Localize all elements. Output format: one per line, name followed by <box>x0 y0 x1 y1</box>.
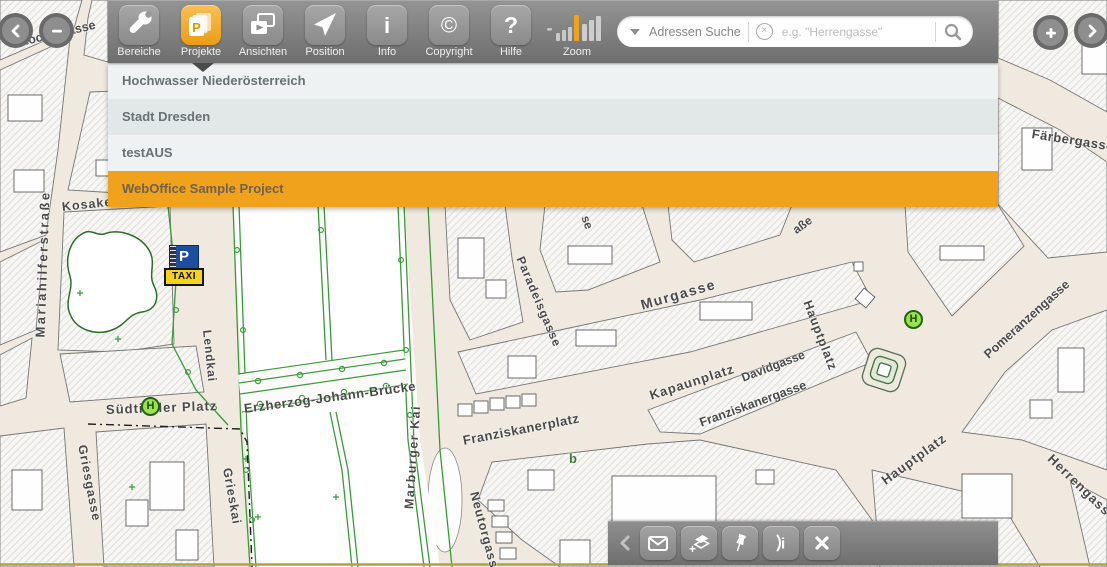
chevron-left-icon[interactable] <box>618 534 632 552</box>
svg-text:+: + <box>689 542 696 555</box>
wrench-icon[interactable] <box>119 5 159 45</box>
toolbar-label: Zoom <box>562 46 592 58</box>
pan-right-button[interactable] <box>1074 13 1107 48</box>
views-windows-icon[interactable] <box>243 5 283 45</box>
toolbar-label: Bereiche <box>117 46 161 58</box>
plus-icon <box>1045 27 1056 38</box>
mail-icon[interactable] <box>640 526 676 560</box>
svg-text:P: P <box>192 20 201 35</box>
copyright-icon[interactable]: © <box>429 5 469 45</box>
help-icon[interactable]: ? <box>491 5 531 45</box>
clear-circle-icon[interactable]: × <box>755 23 773 40</box>
project-item-hochwasser[interactable]: Hochwasser Niederösterreich <box>108 63 998 99</box>
toolbar-label: Projekte <box>180 46 222 58</box>
main-toolbar: Bereiche P Projekte Ansichten Position i… <box>108 0 998 63</box>
magnifier-icon[interactable] <box>943 22 963 42</box>
toolbar-button-position[interactable]: Position <box>294 0 356 58</box>
menu-notch <box>192 63 214 72</box>
zoom-out-button[interactable] <box>39 13 74 48</box>
zoom-in-button[interactable] <box>1033 15 1068 50</box>
toolbar-zoom-control[interactable]: Zoom <box>542 0 612 58</box>
toolbar-button-info[interactable]: i Info <box>356 0 418 58</box>
toolbar-button-projekte[interactable]: P Projekte <box>170 0 232 58</box>
toolbar-label: Position <box>305 46 345 58</box>
minus-icon <box>51 29 62 32</box>
svg-text:i: i <box>781 536 785 553</box>
svg-text:?: ? <box>504 12 518 38</box>
divider <box>747 21 749 42</box>
search-input[interactable] <box>779 23 928 40</box>
toolbar-label: Info <box>377 46 397 58</box>
toolbar-label: Hilfe <box>499 46 522 58</box>
project-item-dresden[interactable]: Stadt Dresden <box>108 99 998 135</box>
toolbar-button-ansichten[interactable]: Ansichten <box>232 0 294 58</box>
weboffice-map-app: StockergasseMariahilferstraßeKosakengass… <box>0 0 1107 567</box>
divider <box>935 21 936 42</box>
search-category-label[interactable]: Adressen Suche <box>649 25 741 39</box>
toolbar-button-copyright[interactable]: © Copyright <box>418 0 480 58</box>
zoom-bars-icon[interactable] <box>545 5 609 45</box>
project-item-testaus[interactable]: testAUS <box>108 135 998 171</box>
svg-text:i: i <box>384 13 390 38</box>
toolbar-button-hilfe[interactable]: ? Hilfe <box>480 0 542 58</box>
projects-menu: Hochwasser Niederösterreich Stadt Dresde… <box>108 63 998 207</box>
toolbar-label: Copyright <box>425 46 473 58</box>
chevron-right-icon <box>1088 24 1096 37</box>
info-icon[interactable]: i <box>367 5 407 45</box>
close-icon[interactable] <box>804 526 840 560</box>
projects-stack-icon[interactable]: P <box>181 5 221 45</box>
add-layers-icon[interactable]: + <box>681 526 717 560</box>
chevron-left-icon <box>11 24 19 37</box>
caret-down-icon[interactable] <box>630 28 640 35</box>
svg-text:©: © <box>441 13 457 38</box>
pin-icon[interactable] <box>722 526 758 560</box>
position-arrow-icon[interactable] <box>305 5 345 45</box>
identify-icon[interactable]: i <box>763 526 799 560</box>
toolbar-label: Ansichten <box>238 46 288 58</box>
address-search: Adressen Suche × <box>617 16 973 47</box>
map-tools-toolbar: + i <box>608 521 998 565</box>
toolbar-button-bereiche[interactable]: Bereiche <box>108 0 170 58</box>
project-item-weboffice-sample[interactable]: WebOffice Sample Project <box>108 171 998 207</box>
